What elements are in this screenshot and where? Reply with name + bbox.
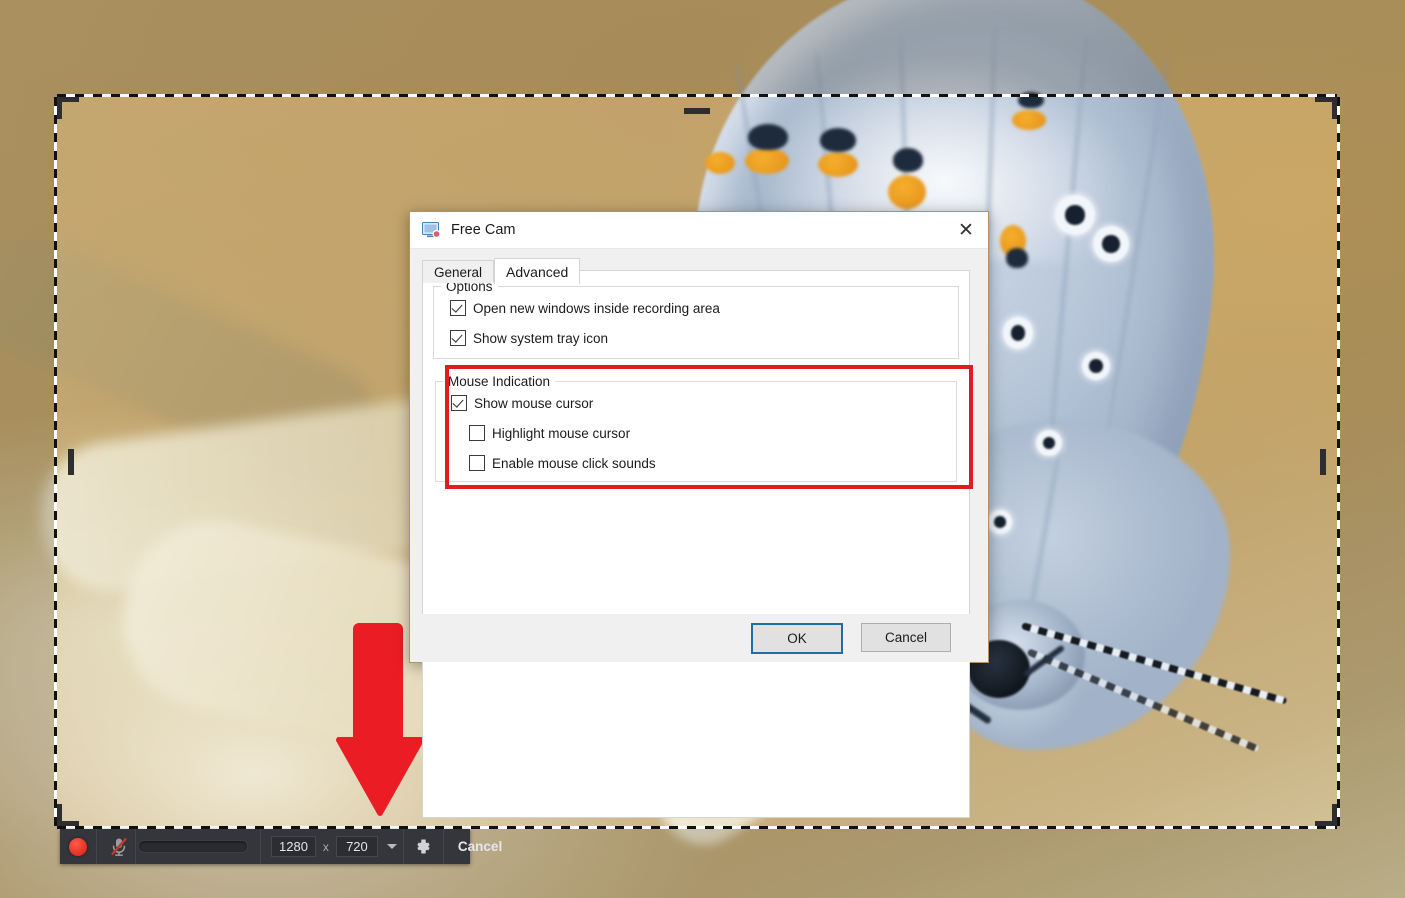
capture-size-controls: 1280 x 720 bbox=[261, 829, 404, 864]
dim-overlay-left bbox=[0, 97, 57, 826]
checkbox-icon-unchecked[interactable] bbox=[469, 455, 485, 471]
chevron-down-icon[interactable] bbox=[386, 844, 397, 849]
checkbox-label: Highlight mouse cursor bbox=[492, 425, 631, 441]
ok-button[interactable]: OK bbox=[751, 623, 843, 654]
wing-eyespot bbox=[1093, 226, 1129, 262]
wing-orange-spot bbox=[888, 175, 926, 209]
options-group: Options Open new windows inside recordin… bbox=[433, 279, 959, 359]
wing-orange-spot bbox=[1012, 110, 1046, 130]
checkbox-highlight-mouse-cursor[interactable]: Highlight mouse cursor bbox=[469, 425, 956, 441]
checkbox-icon-checked[interactable] bbox=[451, 395, 467, 411]
monitor-record-icon bbox=[422, 221, 441, 239]
tab-general[interactable]: General bbox=[422, 260, 495, 283]
mouse-indication-group: Mouse Indication Show mouse cursor Highl… bbox=[435, 374, 957, 482]
dim-overlay-right bbox=[1337, 97, 1405, 826]
wing-eyespot bbox=[1055, 195, 1095, 235]
capture-height-input[interactable]: 720 bbox=[335, 836, 378, 857]
dialog-tabpanel: Options Open new windows inside recordin… bbox=[422, 270, 973, 820]
checkbox-show-tray-icon[interactable]: Show system tray icon bbox=[450, 330, 958, 346]
wing-orange-spot bbox=[818, 152, 858, 177]
record-icon bbox=[69, 837, 87, 856]
dialog-titlebar[interactable]: Free Cam ✕ bbox=[410, 212, 988, 249]
checkbox-label: Open new windows inside recording area bbox=[473, 300, 720, 316]
cancel-button[interactable]: Cancel bbox=[861, 623, 951, 652]
wing-eyespot bbox=[988, 510, 1012, 534]
tab-advanced[interactable]: Advanced bbox=[494, 258, 581, 284]
size-separator: x bbox=[322, 839, 329, 854]
wing-dark-spot bbox=[893, 148, 923, 172]
microphone-muted-icon bbox=[111, 837, 127, 856]
checkbox-icon-unchecked[interactable] bbox=[469, 425, 485, 441]
checkbox-show-mouse-cursor[interactable]: Show mouse cursor bbox=[451, 395, 956, 411]
wing-orange-spot bbox=[705, 152, 735, 174]
wing-eyespot bbox=[1082, 352, 1110, 380]
mouse-indication-group-legend: Mouse Indication bbox=[448, 374, 551, 389]
recording-toolbar: 1280 x 720 Cancel bbox=[60, 829, 502, 864]
volume-slider-track[interactable] bbox=[138, 840, 248, 853]
dialog-tabstrip: General Advanced bbox=[422, 258, 988, 284]
dim-overlay-top bbox=[0, 0, 1405, 97]
checkbox-label: Show system tray icon bbox=[473, 330, 609, 346]
checkbox-label: Show mouse cursor bbox=[474, 395, 594, 411]
close-icon[interactable]: ✕ bbox=[944, 212, 988, 248]
capture-width-input[interactable]: 1280 bbox=[271, 836, 316, 857]
free-cam-dialog: Free Cam ✕ General Advanced Options Open… bbox=[409, 211, 989, 818]
wing-dark-spot bbox=[748, 124, 788, 150]
checkbox-icon-checked[interactable] bbox=[450, 300, 466, 316]
settings-button[interactable] bbox=[404, 829, 444, 864]
microphone-toggle[interactable] bbox=[97, 829, 136, 864]
wing-orange-spot bbox=[745, 148, 789, 174]
checkbox-open-new-windows[interactable]: Open new windows inside recording area bbox=[450, 300, 958, 316]
dialog-footer: OK Cancel bbox=[410, 614, 988, 662]
checkbox-label: Enable mouse click sounds bbox=[492, 455, 656, 471]
wing-eyespot bbox=[1003, 317, 1033, 349]
wing-eyespot bbox=[1036, 430, 1062, 456]
record-button[interactable] bbox=[60, 829, 97, 864]
cancel-recording-button[interactable]: Cancel bbox=[444, 829, 516, 864]
wing-dark-spot bbox=[820, 128, 856, 152]
checkbox-icon-checked[interactable] bbox=[450, 330, 466, 346]
gear-icon bbox=[417, 839, 430, 854]
advanced-panel: Options Open new windows inside recordin… bbox=[422, 270, 973, 818]
wing-dark-spot bbox=[1006, 248, 1028, 268]
checkbox-enable-click-sounds[interactable]: Enable mouse click sounds bbox=[469, 455, 956, 471]
dialog-title: Free Cam bbox=[451, 222, 516, 238]
volume-slider[interactable] bbox=[136, 829, 261, 864]
